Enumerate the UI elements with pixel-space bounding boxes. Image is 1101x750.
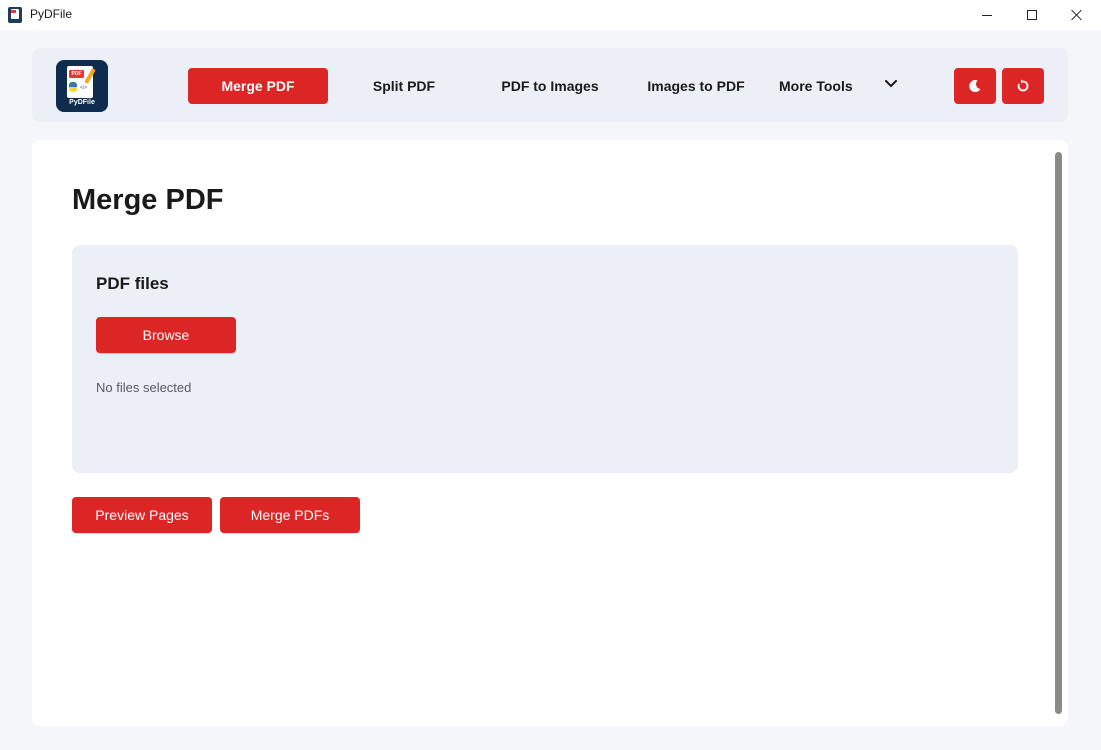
main-card: Merge PDF PDF files Browse No files sele… (32, 140, 1068, 726)
vertical-scrollbar[interactable] (1055, 152, 1062, 714)
python-icon (69, 82, 77, 92)
app-icon (8, 7, 22, 23)
moon-icon (969, 80, 981, 93)
close-button[interactable] (1054, 0, 1100, 30)
minimize-icon (982, 14, 992, 16)
window-title: PyDFile (30, 7, 73, 21)
pdf-files-panel: PDF files Browse No files selected (72, 245, 1018, 473)
code-icon: </> (80, 85, 88, 91)
maximize-button[interactable] (1009, 0, 1055, 30)
tab-images-to-pdf[interactable]: Images to PDF (626, 68, 766, 104)
refresh-button[interactable] (1002, 68, 1044, 104)
minimize-button[interactable] (964, 0, 1010, 30)
browse-button[interactable]: Browse (96, 317, 236, 353)
chevron-down-icon[interactable] (884, 77, 898, 91)
merge-pdfs-button[interactable]: Merge PDFs (220, 497, 360, 533)
tab-pdf-to-images[interactable]: PDF to Images (480, 68, 620, 104)
top-navbar: PDF </> PyDFile Merge PDF Split PDF PDF … (32, 48, 1068, 122)
page-title: Merge PDF (72, 184, 224, 216)
tab-merge-pdf[interactable]: Merge PDF (188, 68, 328, 104)
tab-split-pdf[interactable]: Split PDF (334, 68, 474, 104)
close-icon (1071, 9, 1083, 21)
panel-title: PDF files (96, 274, 169, 293)
preview-pages-button[interactable]: Preview Pages (72, 497, 212, 533)
app-logo: PDF </> PyDFile (56, 60, 108, 112)
tab-more-tools[interactable]: More Tools (772, 68, 858, 104)
maximize-icon (1027, 10, 1037, 20)
theme-toggle-button[interactable] (954, 68, 996, 104)
logo-tag: PDF (69, 70, 84, 78)
file-status-text: No files selected (96, 380, 192, 395)
logo-text: PyDFile (69, 99, 95, 106)
refresh-icon (1017, 79, 1029, 92)
window-titlebar: PyDFile (0, 0, 1101, 30)
